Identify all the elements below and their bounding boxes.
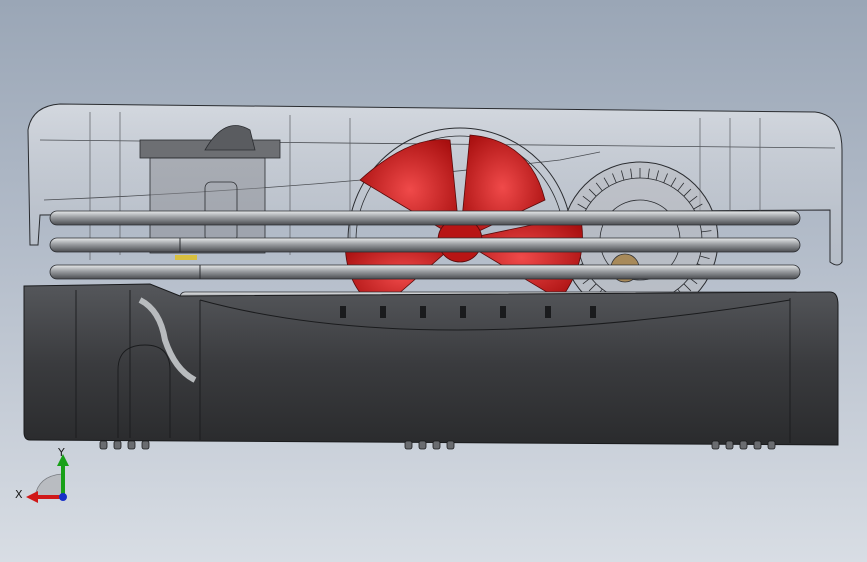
heat-pipe	[49, 237, 801, 253]
heat-pipe	[49, 264, 801, 280]
vent-slot	[500, 306, 506, 318]
cad-viewport[interactable]: Y X	[0, 0, 867, 562]
coordinate-triad: Y X	[15, 446, 69, 503]
x-axis-label: X	[15, 488, 23, 501]
foot-pin	[127, 440, 136, 450]
dark-base-housing[interactable]	[23, 283, 839, 446]
foot-pin	[141, 440, 150, 450]
vent-slot	[340, 306, 346, 318]
foot-pin	[725, 440, 734, 450]
vent-slot	[380, 306, 386, 318]
foot-pin	[711, 440, 720, 450]
heat-pipe	[49, 210, 801, 226]
foot-pin	[113, 440, 122, 450]
foot-pin	[99, 440, 108, 450]
vent-slot	[460, 306, 466, 318]
x-axis-arrowhead	[26, 491, 38, 503]
triad-plane	[34, 473, 63, 498]
foot-pin	[404, 440, 413, 450]
y-axis-label: Y	[57, 446, 65, 459]
foot-pin	[753, 440, 762, 450]
vent-slot	[590, 306, 596, 318]
pipe-clip	[175, 255, 197, 260]
foot-pin	[432, 440, 441, 450]
foot-pin	[418, 440, 427, 450]
foot-pin	[446, 440, 455, 450]
foot-pin	[739, 440, 748, 450]
cad-model-view[interactable]: Y X	[0, 0, 867, 562]
vent-slot	[420, 306, 426, 318]
vent-slot	[545, 306, 551, 318]
foot-pin	[767, 440, 776, 450]
z-axis-dot	[59, 493, 67, 501]
